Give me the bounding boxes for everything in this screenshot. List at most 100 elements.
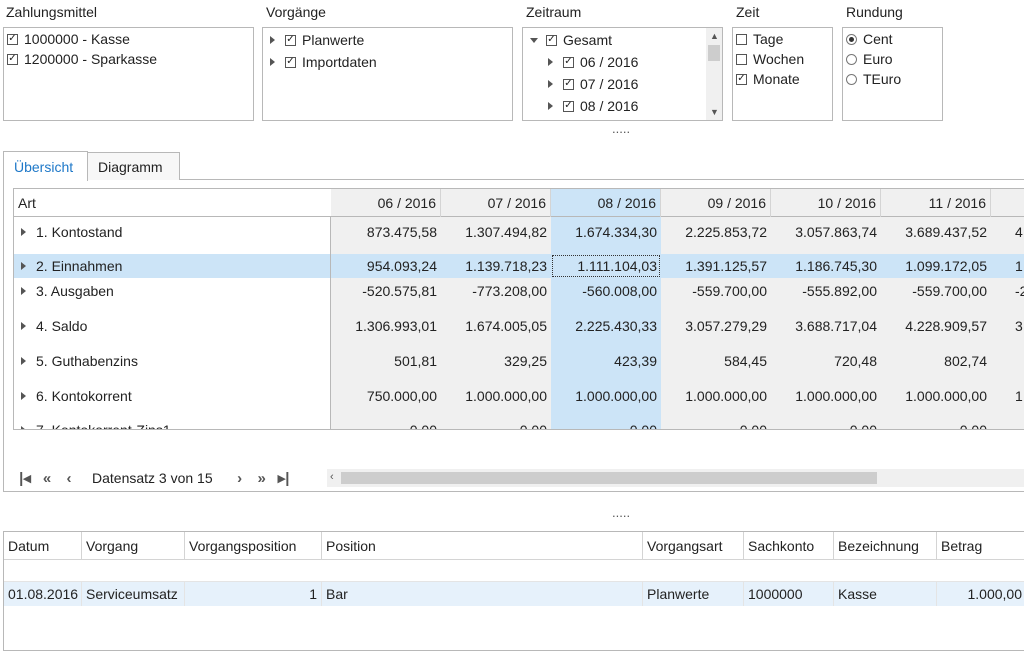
expand-arrow-icon[interactable] [21,228,26,236]
overview-cell[interactable]: -773.208,00 [441,279,551,303]
overview-cell[interactable]: 423,39 [551,349,661,373]
zeitraum-item-06-2016[interactable]: ✓ 06 / 2016 [548,52,638,72]
overview-cell[interactable]: 3.688.717,04 [771,314,881,338]
zeit-item-wochen[interactable]: Wochen [736,49,804,69]
column-header-08-2016[interactable]: 08 / 2016 [551,189,661,217]
expand-arrow-icon[interactable] [21,262,26,270]
first-record-icon[interactable]: |◂ [14,467,36,489]
overview-cell[interactable]: 1.000.000,00 [771,384,881,408]
overview-cell[interactable]: 1.111.104,03 [551,254,661,278]
column-header-datum[interactable]: Datum [4,532,82,560]
radio-unselected-icon[interactable] [846,53,857,65]
checkbox-unchecked-icon[interactable] [736,33,747,45]
overview-cell[interactable]: 2.225.853,72 [661,220,771,244]
overview-cell-clipped[interactable]: 1 [1015,254,1023,278]
overview-cell-clipped[interactable]: -2 [1015,279,1024,303]
checkbox-checked-icon[interactable]: ✓ [563,56,574,68]
scroll-left-icon[interactable]: ‹ [330,471,334,483]
checkbox-checked-icon[interactable]: ✓ [7,53,18,65]
vorgaenge-item-importdaten[interactable]: ✓ Importdaten [270,52,377,72]
overview-row-6[interactable]: 6. Kontokorrent [21,384,132,408]
overview-row-4[interactable]: 4. Saldo [21,314,87,338]
previous-record-icon[interactable]: ‹ [58,467,80,489]
cell-vorgangsart[interactable]: Planwerte [643,582,744,606]
overview-cell[interactable]: 1.186.745,30 [771,254,881,278]
radio-selected-icon[interactable] [846,33,857,45]
zahlungsmittel-item-sparkasse[interactable]: ✓ 1200000 - Sparkasse [7,49,157,69]
column-header-bezeichnung[interactable]: Bezeichnung [834,532,937,560]
zeitraum-item-08-2016[interactable]: ✓ 08 / 2016 [548,96,638,116]
overview-cell[interactable]: 1.391.125,57 [661,254,771,278]
checkbox-checked-icon[interactable]: ✓ [563,78,574,90]
checkbox-checked-icon[interactable]: ✓ [736,73,747,85]
scroll-down-icon[interactable]: ▼ [710,107,719,117]
expand-arrow-icon[interactable] [21,287,26,295]
tab-uebersicht[interactable]: Übersicht [3,151,88,181]
expand-arrow-icon[interactable] [548,102,553,110]
column-header-11-2016[interactable]: 11 / 2016 [881,189,991,217]
scrollbar-thumb[interactable] [341,472,877,484]
scrollbar-thumb[interactable] [708,45,720,61]
overview-cell[interactable]: 1.139.718,23 [441,254,551,278]
overview-cell[interactable]: 1.000.000,00 [661,384,771,408]
rundung-item-cent[interactable]: Cent [846,29,893,49]
cell-bezeichnung[interactable]: Kasse [834,582,937,606]
overview-cell[interactable]: 3.689.437,52 [881,220,991,244]
vorgaenge-item-planwerte[interactable]: ✓ Planwerte [270,30,364,50]
cell-vorgangsposition[interactable]: 1 [185,582,322,606]
checkbox-checked-icon[interactable]: ✓ [546,34,557,46]
overview-row-2[interactable]: 2. Einnahmen [21,254,122,278]
rundung-item-euro[interactable]: Euro [846,49,893,69]
last-record-icon[interactable]: ▸| [273,467,295,489]
checkbox-checked-icon[interactable]: ✓ [7,33,18,45]
overview-cell[interactable]: 1.000.000,00 [881,384,991,408]
overview-cell[interactable]: 0,00 [661,418,771,429]
overview-cell[interactable]: 1.000.000,00 [441,384,551,408]
overview-cell[interactable]: 584,45 [661,349,771,373]
tab-diagramm[interactable]: Diagramm [87,152,180,180]
overview-cell[interactable]: 954.093,24 [331,254,441,278]
column-header-betrag[interactable]: Betrag [937,532,1024,560]
zeitraum-scrollbar[interactable]: ▲ ▼ [706,28,722,120]
rundung-item-teuro[interactable]: TEuro [846,69,901,89]
column-header-09-2016[interactable]: 09 / 2016 [661,189,771,217]
next-record-icon[interactable]: › [229,467,251,489]
previous-page-icon[interactable]: « [36,467,58,489]
overview-cell[interactable]: 0,00 [331,418,441,429]
overview-cell-clipped[interactable]: 1 [1015,384,1023,408]
cell-datum[interactable]: 01.08.2016 [4,582,82,606]
overview-cell[interactable]: 3.057.863,74 [771,220,881,244]
overview-cell[interactable]: 0,00 [441,418,551,429]
overview-cell[interactable]: -560.008,00 [551,279,661,303]
column-header-07-2016[interactable]: 07 / 2016 [441,189,551,217]
column-header-vorgang[interactable]: Vorgang [82,532,185,560]
overview-cell[interactable]: 0,00 [551,418,661,429]
overview-row-5[interactable]: 5. Guthabenzins [21,349,138,373]
expand-arrow-icon[interactable] [270,36,275,44]
expand-arrow-icon[interactable] [548,80,553,88]
overview-cell[interactable]: 2.225.430,33 [551,314,661,338]
overview-cell[interactable]: -520.575,81 [331,279,441,303]
overview-cell[interactable]: -559.700,00 [881,279,991,303]
splitter-handle-bottom[interactable]: ..... [612,505,630,520]
checkbox-checked-icon[interactable]: ✓ [563,100,574,112]
overview-cell[interactable]: 0,00 [771,418,881,429]
zeit-item-tage[interactable]: Tage [736,29,783,49]
cell-sachkonto[interactable]: 1000000 [744,582,834,606]
radio-unselected-icon[interactable] [846,73,857,85]
cell-position[interactable]: Bar [322,582,643,606]
checkbox-checked-icon[interactable]: ✓ [285,34,296,46]
overview-cell[interactable]: 1.307.494,82 [441,220,551,244]
expand-arrow-icon[interactable] [270,58,275,66]
overview-cell[interactable]: 1.674.005,05 [441,314,551,338]
filter-row[interactable] [4,560,1024,582]
overview-cell[interactable]: 3.057.279,29 [661,314,771,338]
expand-arrow-icon[interactable] [21,322,26,330]
zeitraum-item-07-2016[interactable]: ✓ 07 / 2016 [548,74,638,94]
column-header-position[interactable]: Position [322,532,643,560]
zeit-item-monate[interactable]: ✓ Monate [736,69,800,89]
zeitraum-item-gesamt[interactable]: ✓ Gesamt [530,30,612,50]
checkbox-checked-icon[interactable]: ✓ [285,56,296,68]
overview-cell[interactable]: 1.674.334,30 [551,220,661,244]
column-header-sachkonto[interactable]: Sachkonto [744,532,834,560]
